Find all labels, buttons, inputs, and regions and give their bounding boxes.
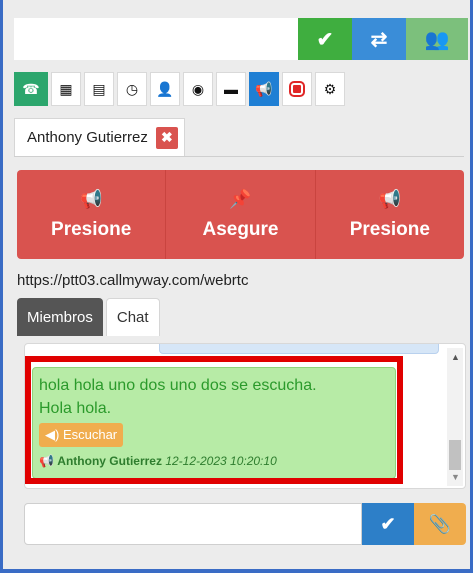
push-label: Presione xyxy=(349,218,430,240)
megaphone-icon: 📢 xyxy=(378,188,402,209)
scrollbar[interactable]: ▲ ▼ xyxy=(447,348,463,486)
lock-button[interactable]: 📌 Asegure xyxy=(166,170,316,259)
history-button[interactable]: ◷ xyxy=(117,72,147,106)
phone-icon: ☎ xyxy=(22,80,40,97)
paperclip-icon: 📎 xyxy=(428,513,452,534)
group-button[interactable]: 👥 xyxy=(406,18,468,60)
clock-icon: ◷ xyxy=(125,80,139,97)
user-tab[interactable]: Anthony Gutierrez ✖ xyxy=(14,118,185,156)
highlight-box xyxy=(25,356,403,484)
contacts-button[interactable]: 👤 xyxy=(150,72,180,106)
grid-icon: ▦ xyxy=(59,80,73,97)
message-input[interactable] xyxy=(24,503,362,545)
divider xyxy=(14,156,464,157)
scroll-down-icon[interactable]: ▼ xyxy=(451,472,460,482)
record-button[interactable] xyxy=(282,72,312,106)
server-url: https://ptt03.callmyway.com/webrtc xyxy=(17,272,249,289)
user-tab-label: Anthony Gutierrez xyxy=(27,129,148,146)
globe-icon: ◉ xyxy=(191,80,205,97)
megaphone-icon: 📢 xyxy=(255,80,273,97)
settings-button[interactable]: ⚙ xyxy=(315,72,345,106)
megaphone-icon: 📢 xyxy=(79,188,103,209)
tab-members[interactable]: Miembros xyxy=(17,298,103,336)
top-input[interactable] xyxy=(14,18,298,60)
push-button-right[interactable]: 📢 Presione xyxy=(315,170,464,259)
scroll-up-icon[interactable]: ▲ xyxy=(451,352,460,362)
list-icon: ▤ xyxy=(92,80,106,97)
confirm-button[interactable]: ✔ xyxy=(298,18,352,60)
send-button[interactable]: ✔ xyxy=(362,503,414,545)
comment-icon: ▬ xyxy=(224,81,238,97)
record-icon xyxy=(289,81,305,97)
action-buttons: 📢 Presione 📌 Asegure 📢 Presione xyxy=(17,170,464,259)
push-button-left[interactable]: 📢 Presione xyxy=(17,170,167,259)
close-icon[interactable]: ✖ xyxy=(155,126,178,149)
check-icon: ✔ xyxy=(316,28,334,51)
tab-chat[interactable]: Chat xyxy=(105,298,160,336)
ptt-button[interactable]: 📢 xyxy=(249,72,279,106)
scroll-thumb[interactable] xyxy=(449,440,461,470)
user-icon: 👤 xyxy=(156,80,174,97)
swap-button[interactable]: ⇄ xyxy=(352,18,406,60)
messages-button[interactable]: ▬ xyxy=(216,72,246,106)
tab-bar: Miembros Chat xyxy=(17,298,160,336)
group-icon: 👥 xyxy=(424,28,450,51)
grid-button[interactable]: ▦ xyxy=(51,72,81,106)
check-icon: ✔ xyxy=(380,513,396,534)
list-button[interactable]: ▤ xyxy=(84,72,114,106)
top-bar: ✔ ⇄ 👥 xyxy=(14,18,468,60)
toolbar: ☎ ▦ ▤ ◷ 👤 ◉ ▬ 📢 ⚙ xyxy=(14,72,464,108)
swap-icon: ⇄ xyxy=(370,28,388,51)
pin-icon: 📌 xyxy=(229,188,252,209)
push-label: Presione xyxy=(51,218,132,240)
globe-button[interactable]: ◉ xyxy=(183,72,213,106)
previous-message xyxy=(159,344,439,354)
attach-button[interactable]: 📎 xyxy=(414,503,466,545)
gear-icon: ⚙ xyxy=(323,80,337,97)
compose-bar: ✔ 📎 xyxy=(24,503,466,545)
lock-label: Asegure xyxy=(202,218,279,240)
phone-button[interactable]: ☎ xyxy=(14,72,48,106)
